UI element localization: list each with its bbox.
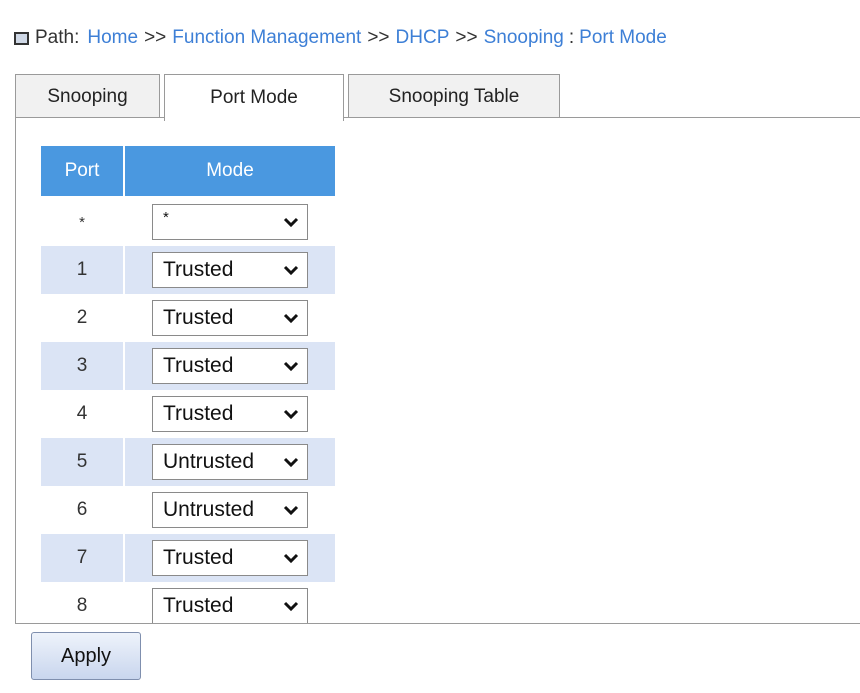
mode-cell: Trusted bbox=[123, 534, 337, 582]
mode-select-port-4[interactable]: Trusted bbox=[152, 396, 308, 432]
column-header-mode: Mode bbox=[123, 144, 337, 198]
breadcrumb-current-separator: : bbox=[568, 27, 575, 48]
select-value: Trusted bbox=[163, 594, 234, 617]
breadcrumb-separator: >> bbox=[367, 27, 390, 48]
mode-select-port-5[interactable]: Untrusted bbox=[152, 444, 308, 480]
table-row: 8 Trusted bbox=[39, 582, 337, 623]
page: Path: Home >> Function Management >> DHC… bbox=[0, 0, 860, 693]
breadcrumb-separator: >> bbox=[144, 27, 167, 48]
select-value: Trusted bbox=[163, 258, 234, 281]
tab-snooping[interactable]: Snooping bbox=[15, 74, 160, 118]
window-icon bbox=[14, 31, 29, 45]
mode-cell: Trusted bbox=[123, 342, 337, 390]
select-value: * bbox=[163, 209, 169, 226]
chevron-down-icon bbox=[283, 361, 299, 372]
chevron-down-icon bbox=[283, 457, 299, 468]
mode-cell: Trusted bbox=[123, 294, 337, 342]
tab-snooping-table[interactable]: Snooping Table bbox=[348, 74, 560, 118]
mode-select-all[interactable]: * bbox=[152, 204, 308, 240]
port-cell: 2 bbox=[39, 294, 125, 342]
port-cell: 3 bbox=[39, 342, 125, 390]
chevron-down-icon bbox=[283, 217, 299, 228]
tab-bar: Snooping Port Mode Snooping Table bbox=[15, 74, 564, 121]
breadcrumb-function-management-link[interactable]: Function Management bbox=[172, 27, 361, 49]
mode-cell: Trusted bbox=[123, 390, 337, 438]
mode-cell: * bbox=[123, 197, 337, 246]
table-row: 5 Untrusted bbox=[39, 438, 337, 486]
port-cell: 7 bbox=[39, 534, 125, 582]
table-row: 3 Trusted bbox=[39, 342, 337, 390]
port-cell: 5 bbox=[39, 438, 125, 486]
table-row: 6 Untrusted bbox=[39, 486, 337, 534]
select-value: Untrusted bbox=[163, 450, 255, 473]
select-value: Untrusted bbox=[163, 498, 255, 521]
select-value: Trusted bbox=[163, 354, 234, 377]
apply-button[interactable]: Apply bbox=[31, 632, 141, 680]
content-panel: Port Mode * * 1 Trusted 2 Trusted 3 Trus… bbox=[15, 117, 860, 624]
tab-port-mode[interactable]: Port Mode bbox=[164, 74, 344, 121]
select-value: Trusted bbox=[163, 546, 234, 569]
chevron-down-icon bbox=[283, 313, 299, 324]
chevron-down-icon bbox=[283, 553, 299, 564]
breadcrumb-dhcp-link[interactable]: DHCP bbox=[396, 27, 450, 49]
mode-cell: Untrusted bbox=[123, 486, 337, 534]
table-row: 7 Trusted bbox=[39, 534, 337, 582]
port-cell: * bbox=[39, 197, 125, 246]
chevron-down-icon bbox=[283, 265, 299, 276]
port-cell: 6 bbox=[39, 486, 125, 534]
table-row: 1 Trusted bbox=[39, 246, 337, 294]
mode-select-port-7[interactable]: Trusted bbox=[152, 540, 308, 576]
breadcrumb-separator: >> bbox=[455, 27, 478, 48]
chevron-down-icon bbox=[283, 505, 299, 516]
mode-cell: Trusted bbox=[123, 582, 337, 623]
port-cell: 8 bbox=[39, 582, 125, 623]
table-row: * * bbox=[39, 197, 337, 246]
table-header-row: Port Mode bbox=[39, 144, 337, 198]
breadcrumb: Path: Home >> Function Management >> DHC… bbox=[14, 24, 667, 52]
breadcrumb-home-link[interactable]: Home bbox=[87, 27, 138, 49]
path-label: Path: bbox=[35, 27, 80, 48]
breadcrumb-current: Port Mode bbox=[579, 27, 667, 48]
mode-select-port-6[interactable]: Untrusted bbox=[152, 492, 308, 528]
select-value: Trusted bbox=[163, 306, 234, 329]
breadcrumb-snooping-link[interactable]: Snooping bbox=[484, 27, 564, 49]
chevron-down-icon bbox=[283, 409, 299, 420]
port-cell: 1 bbox=[39, 246, 125, 294]
mode-select-port-1[interactable]: Trusted bbox=[152, 252, 308, 288]
table-row: 4 Trusted bbox=[39, 390, 337, 438]
port-mode-table: Port Mode * * 1 Trusted 2 Trusted 3 Trus… bbox=[39, 144, 337, 623]
column-header-port: Port bbox=[39, 144, 125, 198]
mode-select-port-3[interactable]: Trusted bbox=[152, 348, 308, 384]
mode-select-port-8[interactable]: Trusted bbox=[152, 588, 308, 623]
mode-select-port-2[interactable]: Trusted bbox=[152, 300, 308, 336]
select-value: Trusted bbox=[163, 402, 234, 425]
port-cell: 4 bbox=[39, 390, 125, 438]
table-row: 2 Trusted bbox=[39, 294, 337, 342]
mode-cell: Untrusted bbox=[123, 438, 337, 486]
mode-cell: Trusted bbox=[123, 246, 337, 294]
chevron-down-icon bbox=[283, 601, 299, 612]
